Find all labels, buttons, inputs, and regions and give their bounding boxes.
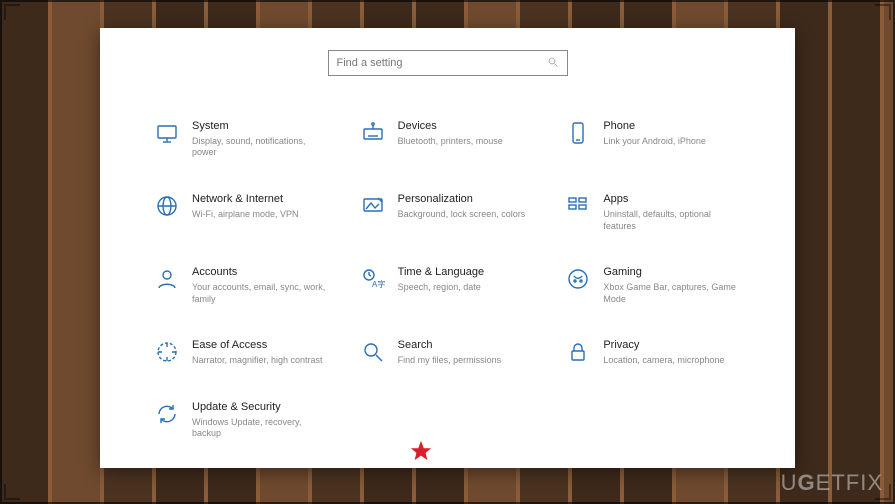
gamepad-icon xyxy=(565,266,591,292)
search-input[interactable]: Find a setting xyxy=(328,50,568,76)
category-search[interactable]: Search Find my files, permissions xyxy=(360,339,552,366)
phone-icon xyxy=(565,120,591,146)
category-title: Ease of Access xyxy=(192,339,323,353)
category-apps[interactable]: Apps Uninstall, defaults, optional featu… xyxy=(565,193,757,232)
category-title: Devices xyxy=(398,120,503,134)
paint-icon xyxy=(360,193,386,219)
category-title: System xyxy=(192,120,332,134)
category-personalization[interactable]: Personalization Background, lock screen,… xyxy=(360,193,552,232)
category-network[interactable]: Network & Internet Wi-Fi, airplane mode,… xyxy=(154,193,346,232)
category-title: Gaming xyxy=(603,266,743,280)
category-title: Personalization xyxy=(398,193,526,207)
globe-icon xyxy=(154,193,180,219)
category-desc: Location, camera, microphone xyxy=(603,355,724,367)
category-update-security[interactable]: Update & Security Windows Update, recove… xyxy=(154,401,346,440)
category-desc: Display, sound, notifications, power xyxy=(192,136,332,159)
category-time-language[interactable]: A字 Time & Language Speech, region, date xyxy=(360,266,552,305)
category-desc: Narrator, magnifier, high contrast xyxy=(192,355,323,367)
category-desc: Link your Android, iPhone xyxy=(603,136,706,148)
svg-text:A字: A字 xyxy=(372,279,385,289)
category-privacy[interactable]: Privacy Location, camera, microphone xyxy=(565,339,757,366)
category-system[interactable]: System Display, sound, notifications, po… xyxy=(154,120,346,159)
sync-icon xyxy=(154,401,180,427)
category-title: Phone xyxy=(603,120,706,134)
category-title: Search xyxy=(398,339,502,353)
category-desc: Xbox Game Bar, captures, Game Mode xyxy=(603,282,743,305)
lock-icon xyxy=(565,339,591,365)
category-title: Network & Internet xyxy=(192,193,299,207)
category-title: Apps xyxy=(603,193,743,207)
search-icon xyxy=(547,56,559,71)
category-desc: Windows Update, recovery, backup xyxy=(192,417,332,440)
category-devices[interactable]: Devices Bluetooth, printers, mouse xyxy=(360,120,552,159)
time-lang-icon: A字 xyxy=(360,266,386,292)
ease-icon xyxy=(154,339,180,365)
category-desc: Find my files, permissions xyxy=(398,355,502,367)
category-desc: Your accounts, email, sync, work, family xyxy=(192,282,332,305)
category-title: Accounts xyxy=(192,266,332,280)
category-phone[interactable]: Phone Link your Android, iPhone xyxy=(565,120,757,159)
watermark: UGETFIX xyxy=(781,470,883,496)
category-desc: Background, lock screen, colors xyxy=(398,209,526,221)
annotation-star xyxy=(410,440,432,462)
person-icon xyxy=(154,266,180,292)
monitor-icon xyxy=(154,120,180,146)
category-title: Privacy xyxy=(603,339,724,353)
category-desc: Wi-Fi, airplane mode, VPN xyxy=(192,209,299,221)
keyboard-icon xyxy=(360,120,386,146)
category-title: Update & Security xyxy=(192,401,332,415)
category-title: Time & Language xyxy=(398,266,484,280)
settings-window: Find a setting System Display, sound, no… xyxy=(100,28,795,468)
category-desc: Bluetooth, printers, mouse xyxy=(398,136,503,148)
category-desc: Speech, region, date xyxy=(398,282,484,294)
settings-grid: System Display, sound, notifications, po… xyxy=(100,76,795,440)
search-placeholder: Find a setting xyxy=(337,57,547,69)
apps-icon xyxy=(565,193,591,219)
category-desc: Uninstall, defaults, optional features xyxy=(603,209,743,232)
category-accounts[interactable]: Accounts Your accounts, email, sync, wor… xyxy=(154,266,346,305)
category-gaming[interactable]: Gaming Xbox Game Bar, captures, Game Mod… xyxy=(565,266,757,305)
search-cat-icon xyxy=(360,339,386,365)
category-ease-of-access[interactable]: Ease of Access Narrator, magnifier, high… xyxy=(154,339,346,366)
